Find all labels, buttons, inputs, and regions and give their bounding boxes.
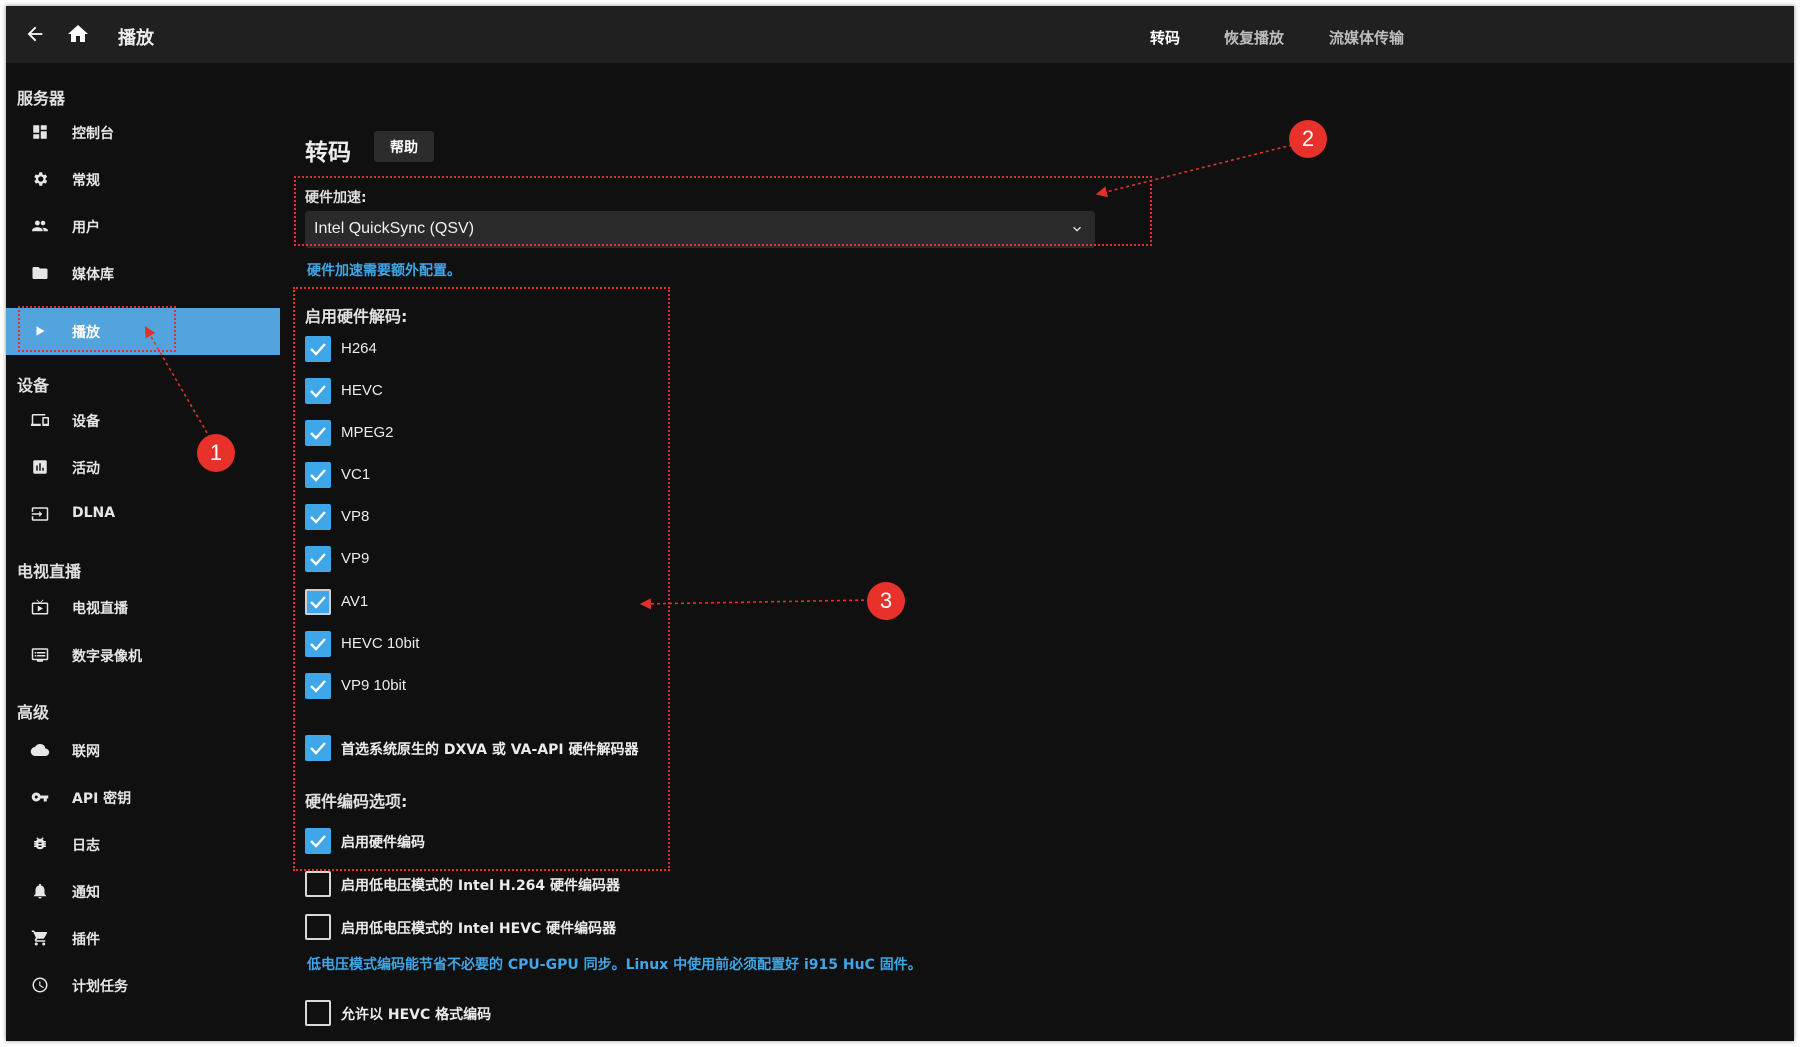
low-power-hint: 低电压模式编码能节省不必要的 CPU-GPU 同步。Linux 中使用前必须配置… xyxy=(307,957,922,973)
help-button[interactable]: 帮助 xyxy=(374,131,434,162)
sidebar-item-label: 常规 xyxy=(72,173,100,189)
people-icon xyxy=(30,216,50,236)
sidebar-item-label: 数字录像机 xyxy=(72,649,142,665)
sidebar-item-label: 通知 xyxy=(72,885,100,901)
checkbox-unchecked-icon[interactable] xyxy=(305,1000,331,1026)
bug-icon xyxy=(30,834,50,854)
sidebar-item-label: 控制台 xyxy=(72,126,114,142)
input-icon xyxy=(30,504,50,524)
activity-icon xyxy=(30,457,50,477)
sidebar-item-label: 电视直播 xyxy=(72,601,128,617)
sidebar-item-dlna[interactable]: DLNA xyxy=(6,491,280,538)
sidebar-item-label: 日志 xyxy=(72,838,100,854)
page-title: 转码 xyxy=(305,140,351,166)
sidebar-item-label: DLNA xyxy=(72,505,116,521)
sidebar-item-label: 用户 xyxy=(72,220,100,236)
dashboard-icon xyxy=(30,122,50,142)
sidebar-section-server: 服务器 xyxy=(17,89,66,108)
sidebar-item-label: 计划任务 xyxy=(72,979,128,995)
annotation-badge-3: 3 xyxy=(867,582,905,620)
cloud-icon xyxy=(30,740,50,760)
sidebar-item-dvr[interactable]: 数字录像机 xyxy=(6,632,280,679)
live-tv-icon xyxy=(30,597,50,617)
sidebar-item-label: API 密钥 xyxy=(72,791,132,807)
page-header-title: 播放 xyxy=(118,28,154,49)
sidebar-item-notifications[interactable]: 通知 xyxy=(6,868,280,915)
sidebar-item-users[interactable]: 用户 xyxy=(6,203,280,250)
sidebar-item-dashboard[interactable]: 控制台 xyxy=(6,109,280,156)
sidebar-item-api-keys[interactable]: API 密钥 xyxy=(6,774,280,821)
home-icon[interactable] xyxy=(64,20,92,48)
top-bar: 播放 转码 恢复播放 流媒体传输 xyxy=(6,6,1794,63)
sidebar-item-plugins[interactable]: 插件 xyxy=(6,915,280,962)
sidebar-item-scheduled-tasks[interactable]: 计划任务 xyxy=(6,962,280,1009)
tab-streaming[interactable]: 流媒体传输 xyxy=(1329,27,1404,48)
sidebar-item-label: 联网 xyxy=(72,744,100,760)
clock-icon xyxy=(30,975,50,995)
sidebar-item-networking[interactable]: 联网 xyxy=(6,727,280,774)
tab-transcoding[interactable]: 转码 xyxy=(1150,27,1180,48)
sidebar-item-label: 活动 xyxy=(72,461,100,477)
sidebar-item-livetv[interactable]: 电视直播 xyxy=(6,584,280,631)
gear-icon xyxy=(30,169,50,189)
tab-resume[interactable]: 恢复播放 xyxy=(1224,27,1284,48)
sidebar-item-logs[interactable]: 日志 xyxy=(6,821,280,868)
back-arrow-icon[interactable] xyxy=(21,20,49,48)
checkbox-unchecked-icon[interactable] xyxy=(305,914,331,940)
cart-icon xyxy=(30,928,50,948)
sidebar-section-advanced: 高级 xyxy=(17,703,50,722)
sidebar-item-general[interactable]: 常规 xyxy=(6,156,280,203)
annotation-box-playback xyxy=(18,306,176,352)
allow-hevc-label: 允许以 HEVC 格式编码 xyxy=(341,1007,492,1023)
devices-icon xyxy=(30,410,50,430)
annotation-box-hw-accel xyxy=(294,176,1152,246)
low-power-h264-label: 启用低电压模式的 Intel H.264 硬件编码器 xyxy=(341,878,621,894)
sidebar-section-devices: 设备 xyxy=(17,376,50,395)
key-icon xyxy=(30,787,50,807)
bell-icon xyxy=(30,881,50,901)
checkbox-unchecked-icon[interactable] xyxy=(305,871,331,897)
annotation-badge-2: 2 xyxy=(1289,120,1327,158)
low-power-hevc-label: 启用低电压模式的 Intel HEVC 硬件编码器 xyxy=(341,921,617,937)
sidebar-item-label: 插件 xyxy=(72,932,100,948)
sidebar-item-label: 媒体库 xyxy=(72,267,114,283)
annotation-badge-1: 1 xyxy=(197,434,235,472)
sidebar-section-livetv: 电视直播 xyxy=(17,562,82,581)
sidebar-item-activity[interactable]: 活动 xyxy=(6,444,280,491)
sidebar: 服务器 控制台 常规 用户 媒体库 播放 设备 设备 活动 DLNA 电视直播 … xyxy=(6,63,280,1041)
hw-accel-hint: 硬件加速需要额外配置。 xyxy=(307,263,461,279)
sidebar-item-library[interactable]: 媒体库 xyxy=(6,250,280,297)
folder-icon xyxy=(30,263,50,283)
sidebar-item-label: 设备 xyxy=(72,414,100,430)
dvr-icon xyxy=(30,645,50,665)
app-window: 播放 转码 恢复播放 流媒体传输 服务器 控制台 常规 用户 媒体库 播放 设备 xyxy=(6,6,1794,1041)
annotation-box-decoders xyxy=(293,287,670,871)
sidebar-item-devices[interactable]: 设备 xyxy=(6,397,280,444)
